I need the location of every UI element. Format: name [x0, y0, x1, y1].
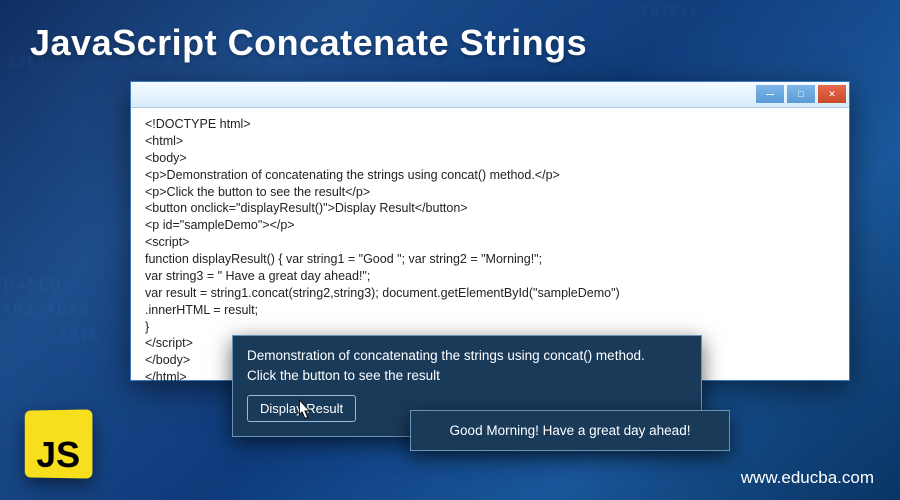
- demo-text-line1: Demonstration of concatenating the strin…: [247, 346, 687, 366]
- minimize-button[interactable]: [756, 85, 784, 103]
- result-output-popup: Good Morning! Have a great day ahead!: [410, 410, 730, 451]
- demo-text-line2: Click the button to see the result: [247, 366, 687, 386]
- javascript-logo: JS: [25, 409, 93, 478]
- result-text: Good Morning! Have a great day ahead!: [450, 423, 691, 438]
- window-titlebar: [131, 82, 849, 108]
- website-url: www.educba.com: [741, 468, 874, 488]
- maximize-button[interactable]: [787, 85, 815, 103]
- close-button[interactable]: [818, 85, 846, 103]
- display-result-button[interactable]: Display Result: [247, 395, 356, 422]
